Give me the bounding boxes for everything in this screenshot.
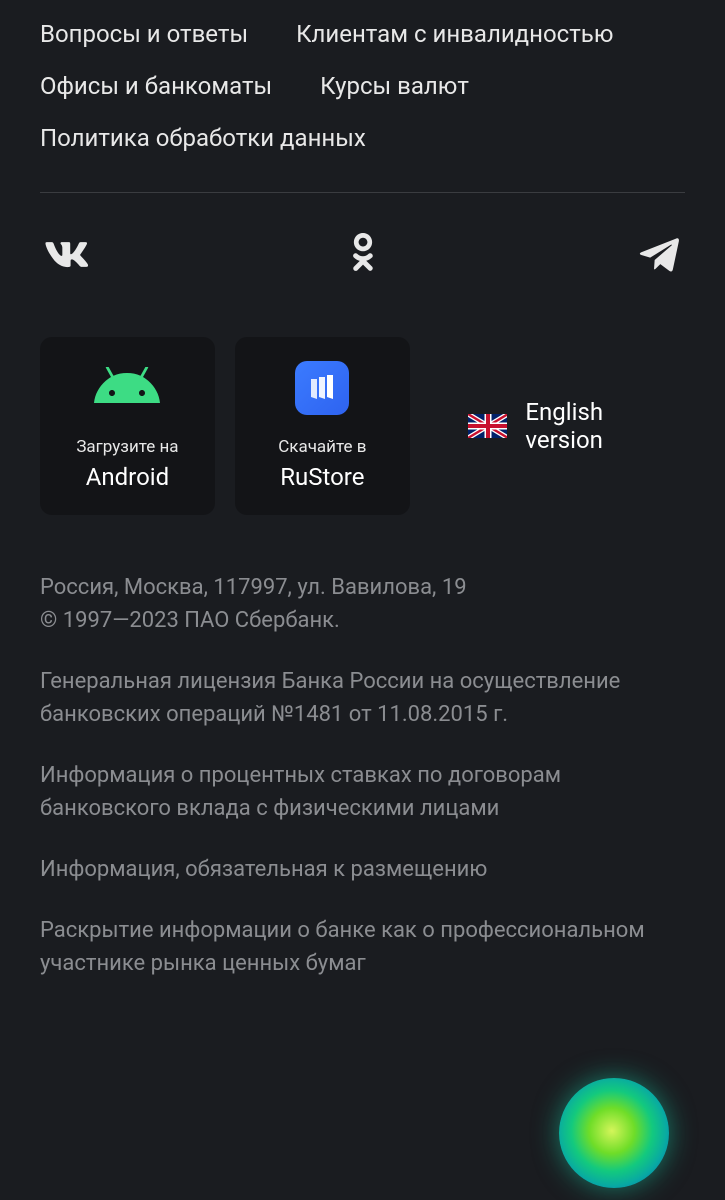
legal-copyright: © 1997—2023 ПАО Сбербанк. (40, 608, 340, 633)
language-label: English version (525, 398, 685, 454)
legal-link-mandatory[interactable]: Информация, обязательная к размещению (40, 853, 685, 886)
nav-link-faq[interactable]: Вопросы и ответы (40, 20, 248, 48)
nav-link-offices[interactable]: Офисы и банкоматы (40, 72, 272, 100)
vk-icon[interactable] (44, 233, 88, 277)
android-line2: Android (76, 461, 178, 493)
rustore-app-card[interactable]: Скачайте в RuStore (235, 337, 410, 515)
android-icon (92, 357, 162, 419)
assistant-button[interactable] (559, 1078, 669, 1188)
language-switch[interactable]: English version (468, 398, 685, 454)
ok-icon[interactable] (341, 233, 385, 277)
uk-flag-icon (468, 414, 508, 438)
android-line1: Загрузите на (76, 436, 178, 459)
nav-link-privacy[interactable]: Политика обработки данных (40, 124, 366, 152)
telegram-icon[interactable] (637, 233, 681, 277)
legal-license: Генеральная лицензия Банка России на осу… (40, 665, 685, 731)
legal-link-disclosure[interactable]: Раскрытие информации о банке как о профе… (40, 914, 685, 980)
nav-link-currency[interactable]: Курсы валют (320, 72, 469, 100)
android-app-card[interactable]: Загрузите на Android (40, 337, 215, 515)
legal-block: Россия, Москва, 117997, ул. Вавилова, 19… (40, 571, 685, 980)
download-apps-row: Загрузите на Android Скачайте в RuStore … (40, 337, 685, 515)
legal-link-rates[interactable]: Информация о процентных ставках по догов… (40, 759, 685, 825)
rustore-icon (295, 357, 349, 419)
footer-nav: Вопросы и ответы Клиентам с инвалидность… (40, 20, 685, 152)
rustore-line2: RuStore (278, 461, 366, 493)
nav-link-accessibility[interactable]: Клиентам с инвалидностью (296, 20, 613, 48)
divider (40, 192, 685, 193)
rustore-line1: Скачайте в (278, 436, 366, 459)
social-links (40, 233, 685, 277)
legal-address: Россия, Москва, 117997, ул. Вавилова, 19 (40, 575, 467, 600)
